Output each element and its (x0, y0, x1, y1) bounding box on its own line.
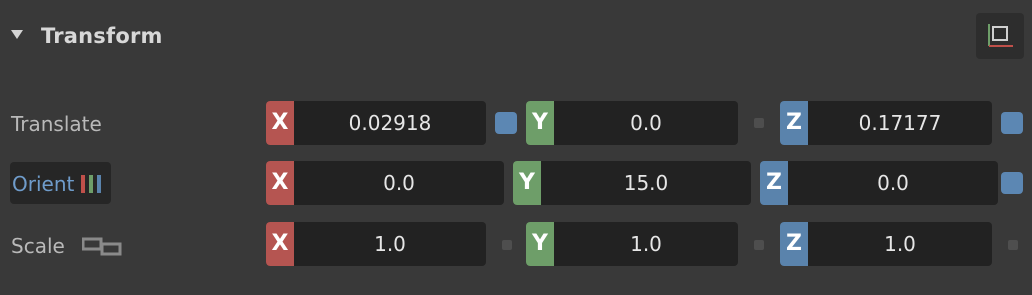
local-axes-icon (988, 24, 1013, 47)
scale-x-field[interactable]: X 1.0 (266, 222, 486, 266)
transform-header[interactable]: Transform (0, 0, 1032, 70)
translate-label: Translate (11, 112, 102, 136)
scale-label: Scale (11, 234, 65, 258)
translate-y-value: 0.0 (630, 111, 662, 135)
scale-y-value: 1.0 (630, 232, 662, 256)
y-axis-tag: Y (526, 222, 554, 266)
translate-z-value: 0.17177 (858, 111, 942, 135)
panel-title: Transform (41, 24, 163, 48)
orient-z-value: 0.0 (877, 171, 909, 195)
rgb-bars-icon (81, 175, 101, 193)
scale-z-value: 1.0 (884, 232, 916, 256)
orient-x-field[interactable]: X 0.0 (266, 161, 504, 205)
local-axes-button[interactable] (976, 13, 1024, 59)
z-axis-tag: Z (760, 161, 788, 205)
y-axis-tag: Y (526, 101, 554, 145)
x-axis-tag: X (266, 101, 294, 145)
translate-x-value: 0.02918 (348, 111, 432, 135)
translate-y-keyframe-button[interactable] (754, 118, 764, 128)
scale-y-keyframe-button[interactable] (754, 240, 764, 250)
x-axis-tag: X (266, 222, 294, 266)
scale-x-keyframe-button[interactable] (502, 240, 512, 250)
link-icon[interactable] (82, 236, 122, 256)
orient-x-value: 0.0 (383, 171, 415, 195)
translate-z-keyframe-button[interactable] (1001, 112, 1023, 134)
orient-label: Orient (12, 172, 75, 196)
translate-x-keyframe-button[interactable] (495, 112, 517, 134)
orient-mode-button[interactable]: Orient (10, 162, 111, 204)
y-axis-tag: Y (513, 161, 541, 205)
orient-keyframe-button[interactable] (1001, 172, 1023, 194)
scale-y-field[interactable]: Y 1.0 (526, 222, 738, 266)
orient-y-value: 15.0 (623, 171, 669, 195)
z-axis-tag: Z (780, 222, 808, 266)
orient-z-field[interactable]: Z 0.0 (760, 161, 998, 205)
x-axis-tag: X (266, 161, 294, 205)
orient-y-field[interactable]: Y 15.0 (513, 161, 751, 205)
scale-z-keyframe-button[interactable] (1008, 240, 1018, 250)
translate-y-field[interactable]: Y 0.0 (526, 101, 738, 145)
scale-z-field[interactable]: Z 1.0 (780, 222, 992, 266)
scale-x-value: 1.0 (374, 232, 406, 256)
z-axis-tag: Z (780, 101, 808, 145)
collapse-arrow-icon[interactable] (11, 30, 23, 39)
translate-x-field[interactable]: X 0.02918 (266, 101, 486, 145)
translate-z-field[interactable]: Z 0.17177 (780, 101, 992, 145)
